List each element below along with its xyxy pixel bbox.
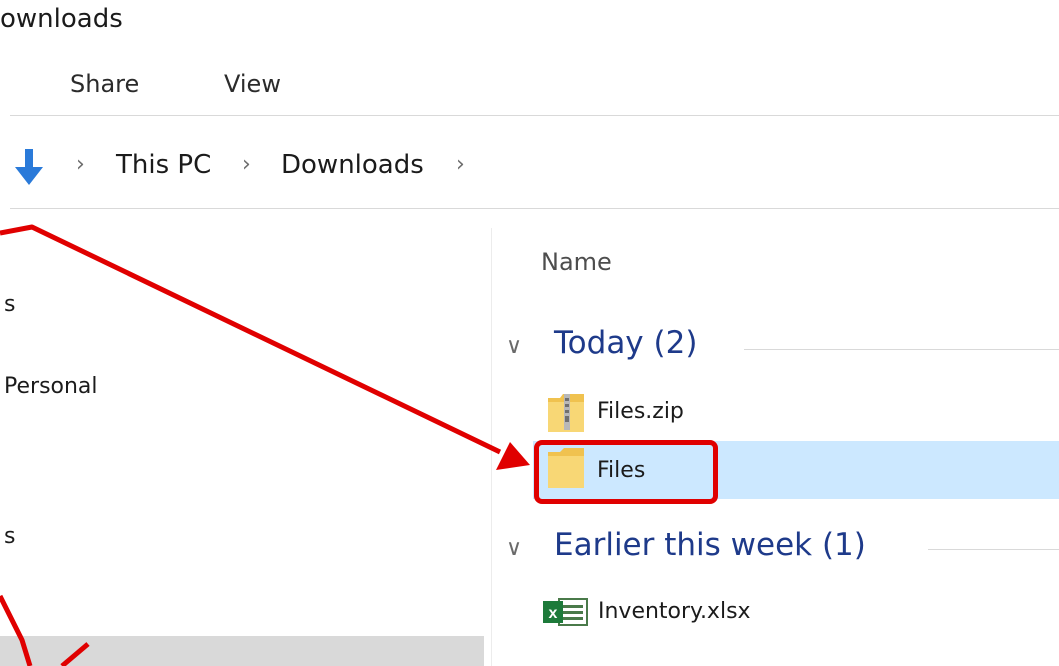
arrowhead-icon [496, 442, 530, 470]
annotation-arrow-line [0, 224, 502, 455]
annotation-arrow-line [0, 594, 33, 666]
annotation-arrow-line [60, 642, 90, 666]
annotation-arrows [0, 224, 530, 666]
